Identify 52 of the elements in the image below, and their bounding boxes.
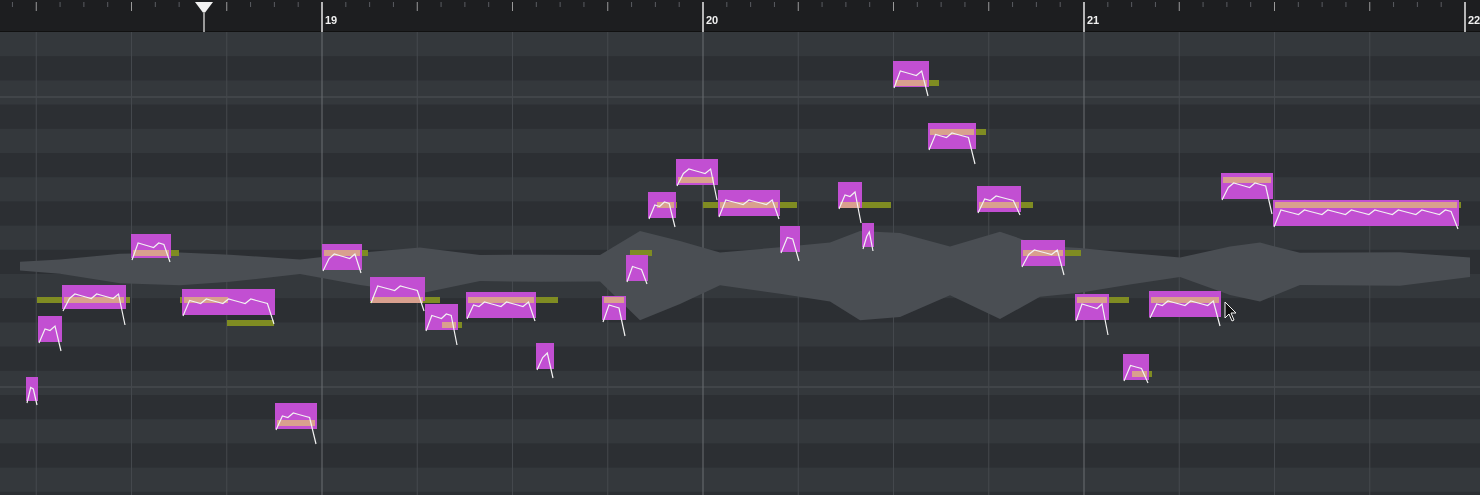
pitch-curve <box>275 412 317 445</box>
note-segment[interactable] <box>536 343 554 369</box>
timeline-ruler[interactable]: 19 20 21 22 <box>0 0 1480 32</box>
pitch-curve <box>977 195 1021 216</box>
pitch-curve <box>893 69 929 97</box>
pitch-center-bar <box>324 250 360 256</box>
pitch-curve <box>1075 302 1109 336</box>
bar-number: 20 <box>706 13 719 27</box>
pitch-center-bar <box>678 177 714 183</box>
note-segment[interactable] <box>26 377 38 401</box>
pitch-curve <box>602 304 626 337</box>
pitch-curve <box>780 236 800 262</box>
pitch-center-bar <box>442 322 456 328</box>
pitch-center-bar <box>468 297 534 303</box>
quantize-bar <box>227 320 274 326</box>
pitch-center-bar <box>372 297 423 303</box>
pitch-center-bar <box>895 80 927 86</box>
pitch-curve <box>1149 299 1221 327</box>
pitch-center-bar <box>930 129 974 135</box>
pitch-center-bar <box>1223 177 1271 183</box>
pitch-center-bar <box>657 202 674 208</box>
pitch-center-bar <box>979 202 1019 208</box>
pitch-center-bar <box>604 297 624 303</box>
pitch-center-bar <box>184 297 228 303</box>
note-segment[interactable] <box>38 316 62 342</box>
bar-number: 22 <box>1468 13 1480 27</box>
pitch-center-bar <box>1023 250 1063 256</box>
mouse-cursor-icon <box>1224 301 1237 322</box>
pitch-curve <box>862 230 874 252</box>
pitch-curve <box>838 190 862 224</box>
pitch-center-bar <box>64 297 124 303</box>
pitch-center-bar <box>277 420 315 426</box>
pitch-center-bar <box>1132 371 1147 377</box>
pitch-center-bar <box>133 250 169 256</box>
pitch-center-bar <box>1151 297 1219 303</box>
note-segment[interactable] <box>626 255 648 281</box>
pitch-curve <box>26 386 38 406</box>
pitch-curve <box>626 265 648 285</box>
pitch-curve <box>928 132 976 165</box>
pitch-center-bar <box>840 202 860 208</box>
pitch-curve <box>322 252 362 274</box>
note-segment[interactable] <box>780 226 800 252</box>
pitch-curve <box>1123 364 1149 384</box>
pitch-curve <box>536 351 554 379</box>
pitch-curve <box>1021 248 1065 276</box>
pitch-center-bar <box>720 202 778 208</box>
pitch-curve <box>131 242 171 263</box>
pitch-center-bar <box>1077 297 1107 303</box>
bar-number: 19 <box>325 13 338 27</box>
playhead-marker[interactable] <box>194 0 214 32</box>
bar-number: 21 <box>1087 13 1100 27</box>
pitch-curve <box>466 301 536 322</box>
